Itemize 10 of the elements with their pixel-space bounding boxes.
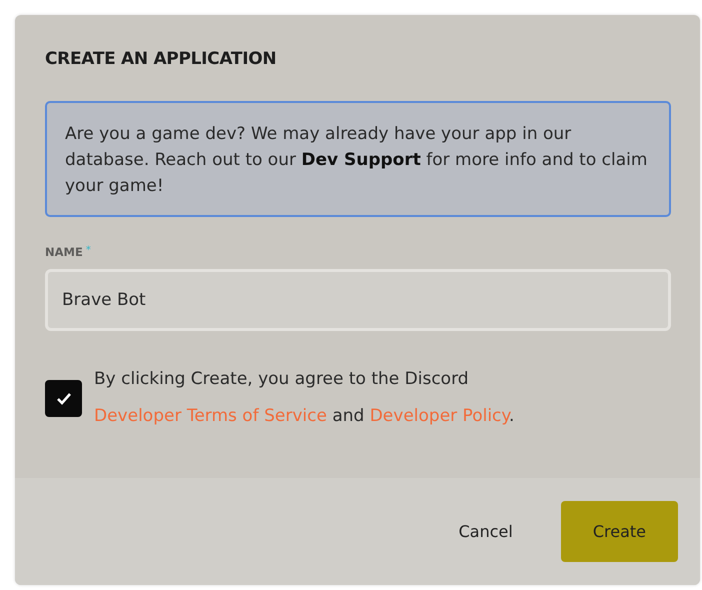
dialog-title: CREATE AN APPLICATION bbox=[45, 49, 278, 69]
name-field[interactable]: Brave Bot bbox=[45, 269, 671, 331]
cancel-button[interactable]: Cancel bbox=[438, 501, 533, 562]
field-label: NAME bbox=[45, 245, 83, 259]
required-mark: * bbox=[86, 245, 91, 256]
info-notice: Are you a game dev? We may already have your app in our database. Reach out to our Dev Support for more info and to claim your game! bbox=[45, 101, 671, 217]
agreement-text: By clicking Create, you agree to the Discord Developer Terms of Service and Developer Policy. bbox=[94, 368, 516, 428]
agree-checkbox[interactable] bbox=[45, 380, 82, 416]
create-button[interactable]: Create bbox=[560, 501, 678, 562]
check-icon bbox=[56, 392, 72, 404]
